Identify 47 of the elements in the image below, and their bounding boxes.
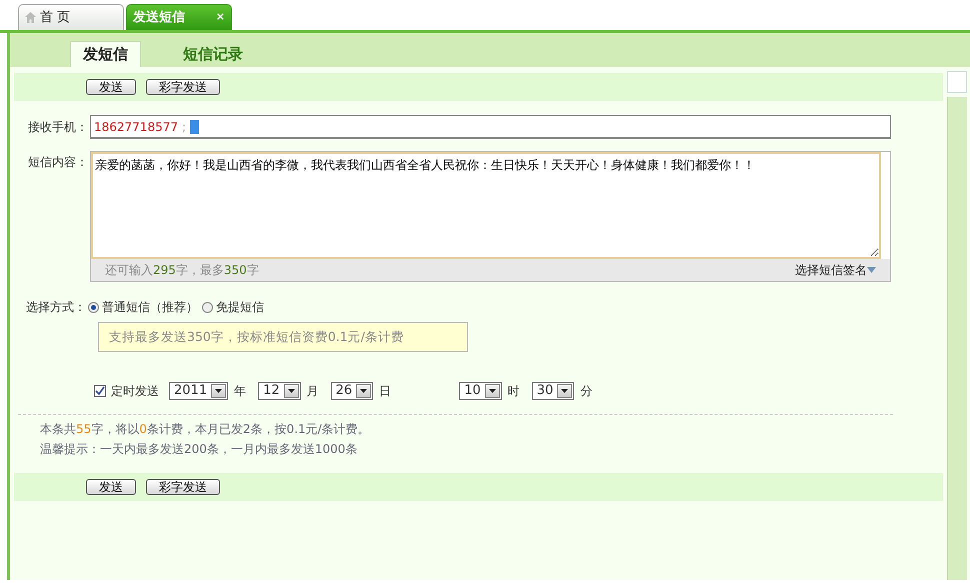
caret-icon: [360, 389, 368, 393]
send-button[interactable]: 彩字发送: [146, 79, 220, 95]
tip-text: 温馨提示：一天内最多发送200条，一月内最多发送1000条: [39, 441, 358, 458]
tab[interactable]: 发短信: [70, 41, 141, 67]
recipient-field[interactable]: 18627718577 ;: [90, 115, 891, 139]
select-field[interactable]: 12: [258, 382, 301, 400]
dropdown-button[interactable]: [356, 384, 372, 398]
select-field[interactable]: 30: [532, 382, 574, 400]
tab[interactable]: 首 页: [18, 4, 124, 30]
field-label: 短信内容：: [27, 154, 89, 171]
caret-icon: [488, 389, 496, 393]
character-counter: 还可输入295字，最多350字: [105, 262, 259, 279]
unit-label: 年: [234, 383, 246, 400]
radio-option[interactable]: 普通短信（推荐）: [88, 298, 198, 316]
checkmark-icon: [95, 386, 105, 396]
side-field[interactable]: [947, 71, 967, 93]
tab[interactable]: 短信记录: [171, 41, 255, 67]
radio-option[interactable]: 免提短信: [202, 298, 264, 316]
select-field[interactable]: 10: [459, 382, 502, 400]
caret-icon: [561, 389, 568, 393]
caret-icon: [867, 267, 876, 273]
select-field[interactable]: 26: [330, 382, 374, 400]
schedule-checkbox[interactable]: 定时发送: [94, 382, 159, 400]
select-field[interactable]: 2011: [169, 382, 228, 400]
message-textarea[interactable]: 亲爱的菡菡，你好！我是山西省的李微，我代表我们山西省全省人民祝你：生日快乐！天天开心！身体健康！我们都爱你！！: [91, 152, 881, 259]
signature-dropdown[interactable]: 选择短信签名: [795, 261, 876, 279]
unit-label: 月: [306, 383, 319, 400]
send-button[interactable]: 彩字发送: [146, 479, 220, 495]
text-cursor: [190, 120, 200, 134]
dropdown-button[interactable]: [211, 384, 226, 398]
summary-text: 本条共55字，将以0条计费，本月已发2条，按0.1元/条计费。: [39, 421, 371, 438]
separator-text: ;: [182, 118, 186, 136]
send-button[interactable]: 发送: [86, 479, 136, 495]
dropdown-button[interactable]: [484, 384, 500, 398]
dropdown-button[interactable]: [557, 384, 572, 398]
hint-tooltip: 支持最多发送350字，按标准短信资费0.1元/条计费: [98, 322, 468, 352]
caret-icon: [215, 389, 222, 393]
phone-number: 18627718577: [94, 118, 178, 136]
dropdown-button[interactable]: [284, 384, 299, 398]
unit-label: 分: [580, 383, 592, 400]
home-icon: [25, 12, 36, 23]
unit-label: 时: [508, 383, 520, 400]
send-button[interactable]: 发送: [86, 79, 136, 95]
field-label: 选择方式：: [25, 299, 87, 316]
caret-icon: [288, 389, 295, 393]
unit-label: 日: [379, 383, 392, 400]
field-label: 接收手机：: [27, 119, 89, 136]
